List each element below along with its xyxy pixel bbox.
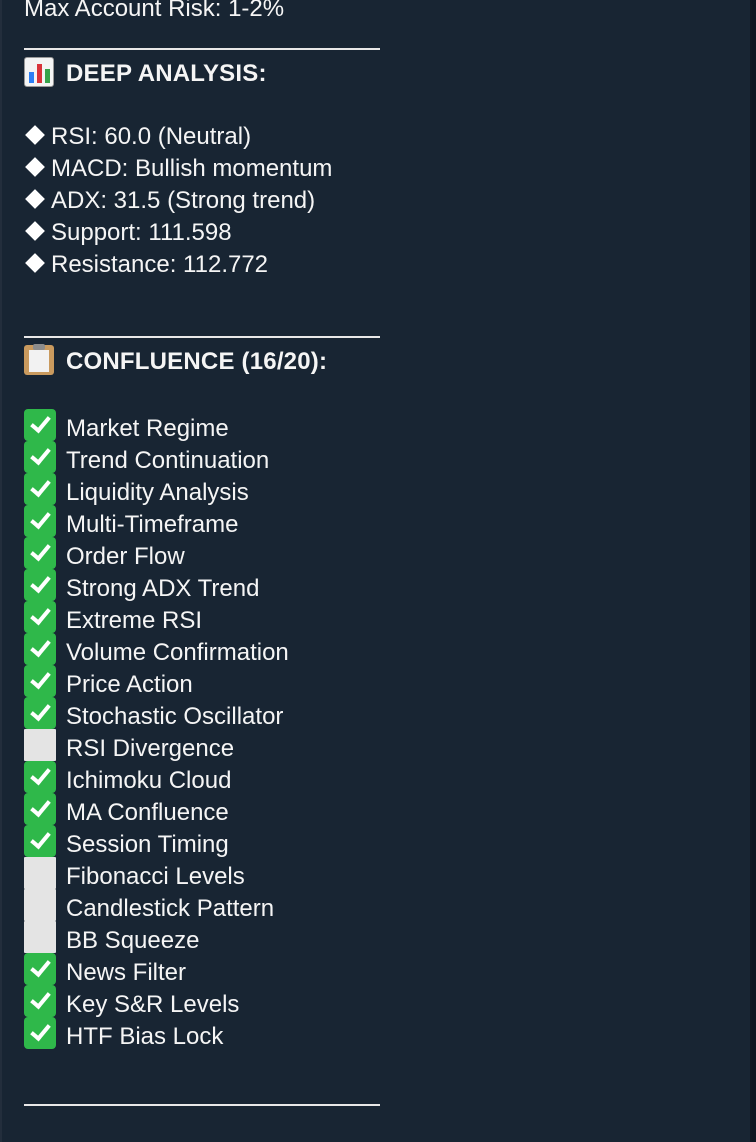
- check-mark-icon: [24, 953, 56, 985]
- confluence-item: Session Timing: [24, 825, 750, 858]
- analysis-heading-row: DEEP ANALYSIS:: [24, 57, 750, 89]
- clipboard-icon: [24, 344, 54, 375]
- analysis-item-support: Support: 111.598: [24, 217, 750, 249]
- confluence-item: Market Regime: [24, 409, 750, 442]
- empty-box-icon: [24, 921, 56, 953]
- confluence-item-label: Stochastic Oscillator: [66, 703, 284, 730]
- confluence-item-label: Extreme RSI: [66, 607, 203, 634]
- empty-box-icon: [24, 857, 56, 889]
- analysis-heading: DEEP ANALYSIS:: [66, 60, 267, 87]
- confluence-item: Liquidity Analysis: [24, 473, 750, 506]
- message-bubble: Max Account Risk: 1-2% DEEP ANALYSIS: RS…: [0, 0, 752, 1142]
- confluence-item: Volume Confirmation: [24, 633, 750, 666]
- confluence-item-label: HTF Bias Lock: [66, 1023, 224, 1050]
- confluence-item: News Filter: [24, 953, 750, 986]
- analysis-item-macd: MACD: Bullish momentum: [24, 153, 750, 185]
- confluence-item-label: Fibonacci Levels: [66, 863, 245, 890]
- confluence-item: MA Confluence: [24, 793, 750, 826]
- check-mark-icon: [24, 985, 56, 1017]
- check-mark-icon: [24, 505, 56, 537]
- bar-chart-icon: [24, 57, 54, 87]
- check-mark-icon: [24, 761, 56, 793]
- confluence-item-label: Strong ADX Trend: [66, 575, 260, 602]
- check-mark-icon: [24, 665, 56, 697]
- confluence-item: Key S&R Levels: [24, 985, 750, 1018]
- confluence-list: Market Regime Trend Continuation Liquidity…: [24, 409, 750, 1050]
- confluence-item: Fibonacci Levels: [24, 857, 750, 890]
- confluence-item: Price Action: [24, 665, 750, 698]
- confluence-item: Candlestick Pattern: [24, 889, 750, 922]
- confluence-item: HTF Bias Lock: [24, 1017, 750, 1050]
- confluence-heading-row: CONFLUENCE (16/20):: [24, 344, 750, 377]
- check-mark-icon: [24, 825, 56, 857]
- confluence-item: Order Flow: [24, 537, 750, 570]
- confluence-item-label: Session Timing: [66, 831, 229, 858]
- check-mark-icon: [24, 697, 56, 729]
- confluence-item: Stochastic Oscillator: [24, 697, 750, 730]
- confluence-item-label: Market Regime: [66, 415, 229, 442]
- confluence-item-label: Liquidity Analysis: [66, 479, 249, 506]
- confluence-item-label: Trend Continuation: [66, 447, 270, 474]
- diamond-icon: [25, 253, 45, 273]
- analysis-item-adx: ADX: 31.5 (Strong trend): [24, 185, 750, 217]
- confluence-item-label: Key S&R Levels: [66, 991, 240, 1018]
- check-mark-icon: [24, 409, 56, 441]
- empty-box-icon: [24, 889, 56, 921]
- check-mark-icon: [24, 633, 56, 665]
- check-mark-icon: [24, 441, 56, 473]
- confluence-item-label: Ichimoku Cloud: [66, 767, 232, 794]
- confluence-item-label: Candlestick Pattern: [66, 895, 275, 922]
- max-risk-line: Max Account Risk: 1-2%: [24, 0, 285, 22]
- analysis-item-rsi: RSI: 60.0 (Neutral): [24, 121, 750, 153]
- confluence-item-label: Volume Confirmation: [66, 639, 289, 666]
- empty-box-icon: [24, 729, 56, 761]
- divider: [24, 25, 750, 57]
- confluence-item-label: Order Flow: [66, 543, 185, 570]
- diamond-icon: [25, 189, 45, 209]
- confluence-item-label: Price Action: [66, 671, 193, 698]
- check-mark-icon: [24, 601, 56, 633]
- confluence-item-label: News Filter: [66, 959, 187, 986]
- confluence-item: Trend Continuation: [24, 441, 750, 474]
- diamond-icon: [25, 157, 45, 177]
- confluence-item-label: MA Confluence: [66, 799, 229, 826]
- check-mark-icon: [24, 537, 56, 569]
- confluence-item: BB Squeeze: [24, 921, 750, 954]
- check-mark-icon: [24, 569, 56, 601]
- divider: [24, 313, 750, 345]
- message-content: Max Account Risk: 1-2% DEEP ANALYSIS: RS…: [24, 0, 750, 1113]
- confluence-item: Multi-Timeframe: [24, 505, 750, 538]
- check-mark-icon: [24, 1017, 56, 1049]
- diamond-icon: [25, 125, 45, 145]
- confluence-heading: CONFLUENCE (16/20):: [66, 348, 328, 375]
- confluence-item-label: RSI Divergence: [66, 735, 235, 762]
- confluence-item-label: BB Squeeze: [66, 927, 200, 954]
- confluence-item: Extreme RSI: [24, 601, 750, 634]
- confluence-item: Strong ADX Trend: [24, 569, 750, 602]
- divider: [24, 1081, 750, 1113]
- diamond-icon: [25, 221, 45, 241]
- confluence-item: Ichimoku Cloud: [24, 761, 750, 794]
- confluence-item: RSI Divergence: [24, 729, 750, 762]
- check-mark-icon: [24, 793, 56, 825]
- confluence-item-label: Multi-Timeframe: [66, 511, 239, 538]
- analysis-item-resistance: Resistance: 112.772: [24, 249, 750, 281]
- check-mark-icon: [24, 473, 56, 505]
